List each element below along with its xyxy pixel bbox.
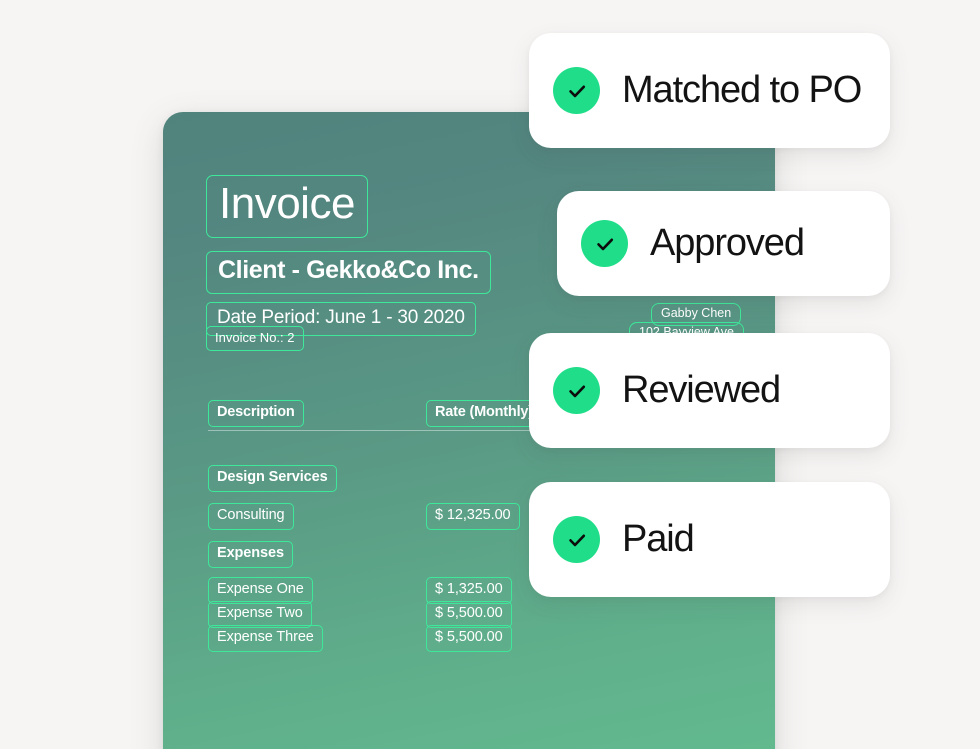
status-card-label: Matched to PO bbox=[622, 69, 862, 111]
check-icon bbox=[553, 67, 600, 114]
check-icon bbox=[553, 367, 600, 414]
status-card-approved[interactable]: Approved bbox=[557, 191, 890, 296]
check-icon bbox=[553, 516, 600, 563]
table-row-amount-1: $ 12,325.00 bbox=[426, 503, 520, 530]
status-card-label: Reviewed bbox=[622, 369, 781, 411]
status-card-label: Approved bbox=[650, 222, 805, 264]
screenshot-stage: Invoice Client - Gekko&Co Inc. Date Peri… bbox=[0, 0, 980, 749]
table-row-amount-3: $ 1,325.00 bbox=[426, 577, 512, 604]
status-card-paid[interactable]: Paid bbox=[529, 482, 890, 597]
status-card-reviewed[interactable]: Reviewed bbox=[529, 333, 890, 448]
table-header-rate: Rate (Monthly) bbox=[426, 400, 542, 427]
table-row-amount-4: $ 5,500.00 bbox=[426, 601, 512, 628]
table-row-description-2: Expenses bbox=[208, 541, 293, 568]
status-card-matched-to-po[interactable]: Matched to PO bbox=[529, 33, 890, 148]
invoice-number: Invoice No.: 2 bbox=[206, 326, 304, 351]
table-row-description-1: Consulting bbox=[208, 503, 294, 530]
invoice-client-name: Client - Gekko&Co Inc. bbox=[206, 251, 491, 294]
table-row-amount-5: $ 5,500.00 bbox=[426, 625, 512, 652]
table-row-description-4: Expense Two bbox=[208, 601, 312, 628]
check-icon bbox=[581, 220, 628, 267]
table-row-description-0: Design Services bbox=[208, 465, 337, 492]
table-header-description: Description bbox=[208, 400, 304, 427]
table-row-description-5: Expense Three bbox=[208, 625, 323, 652]
table-row-description-3: Expense One bbox=[208, 577, 313, 604]
invoice-title: Invoice bbox=[206, 175, 368, 238]
status-card-label: Paid bbox=[622, 518, 695, 560]
